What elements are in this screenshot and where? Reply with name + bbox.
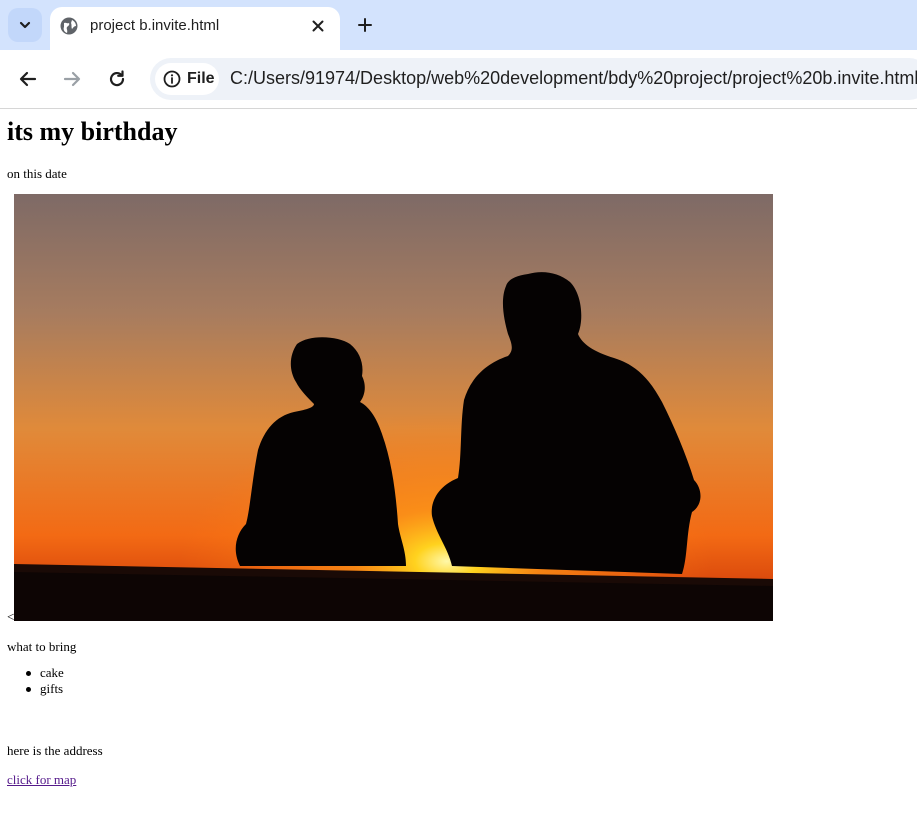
- plus-icon: [358, 18, 372, 32]
- map-link[interactable]: click for map: [7, 772, 76, 788]
- navigation-toolbar: File C:/Users/91974/Desktop/web%20develo…: [0, 50, 917, 108]
- list-item: cake: [26, 665, 64, 681]
- bring-list: cake gifts: [26, 665, 64, 697]
- address-bar[interactable]: File C:/Users/91974/Desktop/web%20develo…: [150, 58, 917, 100]
- close-icon: [312, 20, 324, 32]
- scheme-label: File: [187, 70, 215, 87]
- active-tab[interactable]: project b.invite.html: [50, 7, 340, 50]
- bullet-icon: [26, 671, 31, 676]
- bullet-icon: [26, 687, 31, 692]
- tab-close-button[interactable]: [308, 16, 328, 36]
- date-text: on this date: [7, 166, 67, 181]
- page-content: its my birthday on this date < what to b…: [0, 109, 917, 818]
- page-heading: its my birthday: [7, 117, 178, 146]
- chevron-down-icon: [19, 21, 31, 29]
- reload-icon: [109, 70, 125, 87]
- info-icon: [163, 70, 181, 88]
- globe-icon: [60, 17, 78, 35]
- new-tab-button[interactable]: [354, 14, 376, 36]
- url-text[interactable]: C:/Users/91974/Desktop/web%20development…: [230, 68, 917, 89]
- tab-title: project b.invite.html: [90, 17, 220, 34]
- back-button[interactable]: [15, 66, 41, 92]
- address-text: here is the address: [7, 743, 103, 758]
- bring-label: what to bring: [7, 639, 77, 654]
- reload-button[interactable]: [104, 66, 130, 92]
- list-item-text: gifts: [40, 681, 64, 696]
- tab-strip: project b.invite.html: [0, 0, 917, 50]
- sunset-photo: [14, 194, 773, 621]
- site-info-chip[interactable]: File: [155, 63, 219, 95]
- forward-button[interactable]: [59, 66, 85, 92]
- back-arrow-icon: [19, 71, 37, 87]
- list-item: gifts: [26, 681, 64, 697]
- sunset-silhouette-image: [14, 194, 773, 621]
- tab-search-button[interactable]: [8, 8, 42, 42]
- forward-arrow-icon: [63, 71, 81, 87]
- list-item-text: cake: [40, 665, 64, 680]
